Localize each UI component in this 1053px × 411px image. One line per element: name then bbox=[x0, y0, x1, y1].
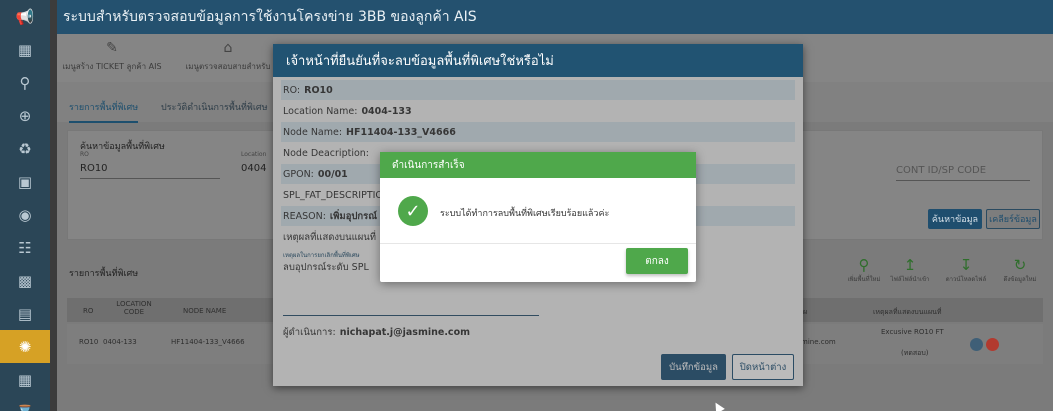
col-ro: RO bbox=[83, 307, 94, 315]
add-area-label: เพิ่มพื้นที่ใหม่ bbox=[847, 276, 881, 283]
col-node-name: NODE NAME bbox=[183, 307, 227, 315]
edit-icon[interactable] bbox=[970, 338, 983, 351]
refresh-button[interactable]: ↻ ดึงข้อมูลใหม่ bbox=[995, 256, 1045, 284]
import-button[interactable]: ↥ ไฟล์ไฟล์นำเข้า bbox=[885, 256, 935, 284]
cell-node: HF11404-133_V4666 bbox=[171, 338, 245, 346]
add-area-button[interactable]: ⚲ เพิ่มพื้นที่ใหม่ bbox=[839, 256, 889, 284]
upload-icon: ↥ bbox=[903, 256, 917, 274]
chip-icon[interactable]: ✺ bbox=[0, 330, 50, 363]
network-icon[interactable]: ▦ bbox=[0, 33, 50, 66]
tab-history[interactable]: ประวัติดำเนินการพื้นที่พิเศษ bbox=[161, 100, 268, 114]
add-area-icon: ⚲ bbox=[858, 256, 870, 274]
router-icon[interactable]: ▣ bbox=[0, 165, 50, 198]
nav-ticket[interactable]: ✎ เมนูสร้าง TICKET ลูกค้า AIS bbox=[57, 40, 167, 73]
fingerprint-icon[interactable]: ♻ bbox=[0, 132, 50, 165]
sidebar-divider bbox=[50, 0, 57, 411]
download-icon: ↧ bbox=[959, 256, 973, 274]
download-button[interactable]: ↧ ดาวน์โหลดไฟล์ bbox=[941, 256, 991, 284]
ticket-icon: ✎ bbox=[106, 40, 118, 56]
sidebar: 📢 ▦ ⚲ ⊕ ♻ ▣ ◉ ☷ ▩ ▤ ✺ ▦ ⌛ bbox=[0, 0, 50, 411]
ro-field[interactable]: RO10 bbox=[80, 163, 220, 179]
device-icon[interactable]: ▩ bbox=[0, 264, 50, 297]
col-reason: เหตุผลที่แสดงบนแผนที่ bbox=[873, 308, 942, 316]
clear-button[interactable]: เคลียร์ข้อมูล bbox=[986, 209, 1040, 229]
cell-operator: mine.com bbox=[801, 338, 836, 346]
list-check-icon[interactable]: ☷ bbox=[0, 231, 50, 264]
cell-reason-line1: Excusive RO10 FT bbox=[881, 328, 944, 336]
import-label: ไฟล์ไฟล์นำเข้า bbox=[890, 276, 930, 283]
location-field-label: Location bbox=[241, 151, 267, 158]
delete-icon[interactable] bbox=[986, 338, 999, 351]
col-location-code: LOCATION CODE bbox=[116, 300, 152, 316]
tab-special-areas[interactable]: รายการพื้นที่พิเศษ bbox=[69, 100, 139, 123]
success-divider bbox=[380, 243, 696, 244]
location-field[interactable]: 0404 bbox=[241, 163, 266, 174]
printer-icon[interactable]: ▤ bbox=[0, 297, 50, 330]
refresh-icon: ↻ bbox=[1013, 256, 1027, 274]
hourglass-icon[interactable]: ⌛ bbox=[0, 396, 50, 411]
success-dialog: ดำเนินการสำเร็จ ✓ ระบบได้ทำการลบพื้นที่พ… bbox=[380, 152, 696, 282]
list-title: รายการพื้นที่พิเศษ bbox=[69, 269, 139, 279]
search-button[interactable]: ค้นหาข้อมูล bbox=[928, 209, 982, 229]
download-label: ดาวน์โหลดไฟล์ bbox=[945, 276, 987, 283]
cont-id-input[interactable]: CONT ID/SP CODE bbox=[896, 165, 1030, 181]
check-circle-icon: ✓ bbox=[398, 196, 428, 226]
signal-icon[interactable]: ◉ bbox=[0, 198, 50, 231]
nav-ticket-label: เมนูสร้าง TICKET ลูกค้า AIS bbox=[62, 62, 162, 71]
modal-title: เจ้าหน้าที่ยืนยันที่จะลบข้อมูลพื้นที่พิเ… bbox=[273, 44, 803, 77]
app-title: ระบบสำหรับตรวจสอบข้อมูลการใช้งานโครงข่าย… bbox=[63, 9, 477, 25]
success-title: ดำเนินการสำเร็จ bbox=[380, 152, 696, 178]
nav-line-check[interactable]: ⌂ เมนูตรวจสอบสายสำหรับ bbox=[173, 40, 283, 73]
ro-field-label: RO bbox=[80, 151, 89, 158]
success-message: ระบบได้ทำการลบพื้นที่พิเศษเรียบร้อยแล้วค… bbox=[440, 209, 610, 219]
grid-icon[interactable]: ▦ bbox=[0, 363, 50, 396]
nav-line-check-label: เมนูตรวจสอบสายสำหรับ bbox=[185, 62, 271, 71]
app-header: ระบบสำหรับตรวจสอบข้อมูลการใช้งานโครงข่าย… bbox=[57, 0, 1053, 34]
cell-ro: RO10 bbox=[79, 338, 99, 346]
ok-button[interactable]: ตกลง bbox=[626, 248, 688, 274]
cell-reason-line2: (ทดสอบ) bbox=[901, 349, 929, 357]
megaphone-icon[interactable]: 📢 bbox=[0, 0, 50, 33]
refresh-label: ดึงข้อมูลใหม่ bbox=[1003, 276, 1037, 283]
search-title: ค้นหาข้อมูลพื้นที่พิเศษ bbox=[80, 142, 165, 152]
building-icon: ⌂ bbox=[223, 40, 233, 56]
cell-location: 0404-133 bbox=[103, 338, 137, 346]
list-toolbar: ⚲ เพิ่มพื้นที่ใหม่ ↥ ไฟล์ไฟล์นำเข้า ↧ ดา… bbox=[839, 256, 1049, 292]
search-plus-icon[interactable]: ⊕ bbox=[0, 99, 50, 132]
search-icon[interactable]: ⚲ bbox=[0, 66, 50, 99]
col-operator: ผ bbox=[803, 308, 808, 316]
